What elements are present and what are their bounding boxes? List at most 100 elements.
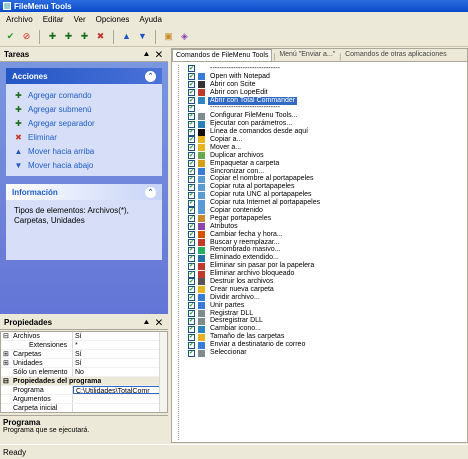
command-checkbox[interactable]: ✔ [188,317,195,325]
command-checkbox[interactable]: ✔ [188,81,195,89]
command-item[interactable]: ✔ Seleccionar [188,349,458,357]
command-item[interactable]: ✔ Abrir con Scite [188,81,458,89]
pane-pin-close-icon[interactable]: ⯅ ✕ [143,318,164,328]
tab-0[interactable]: Comandos de FileMenu Tools [172,49,273,61]
command-item[interactable]: ✔ Unir partes [188,302,458,310]
expand-toggle-icon[interactable]: ⊟ [3,377,9,385]
program-path-input[interactable]: C:\Utilidades\TotalComr [73,386,167,394]
options-icon[interactable]: ▣ [162,30,175,43]
command-item[interactable]: ✔ ------------------------------ [188,104,458,112]
property-row[interactable]: Extensiones * [1,341,167,350]
command-checkbox[interactable]: ✔ [188,246,195,254]
command-item[interactable]: ✔ Atributos [188,223,458,231]
command-item[interactable]: ✔ Configurar FileMenu Tools... [188,112,458,120]
command-checkbox[interactable]: ✔ [188,325,195,333]
command-item[interactable]: ✔ Desregistrar DLL [188,317,458,326]
menu-editar[interactable]: Editar [43,15,64,24]
action-item[interactable]: ✖ Eliminar [14,130,154,144]
command-checkbox[interactable]: ✔ [188,223,195,231]
property-value[interactable]: Sí [73,359,167,367]
command-checkbox[interactable]: ✔ [188,254,195,262]
info-group-header[interactable]: Información ⌃ [6,184,162,200]
command-item[interactable]: ✔ Renombrado masivo... [188,246,458,254]
add-separator-icon[interactable]: ✚ [78,30,91,43]
property-row[interactable]: ⊞ Unidades Sí [1,359,167,368]
command-item[interactable]: ✔ Crear nueva carpeta [188,286,458,294]
command-checkbox[interactable]: ✔ [188,160,195,168]
command-item[interactable]: ✔ Destruir los archivos [188,278,458,286]
command-checkbox[interactable]: ✔ [188,152,195,160]
command-checkbox[interactable]: ✔ [188,278,195,286]
property-value[interactable] [73,404,167,412]
property-category[interactable]: ⊟ Propiedades del programa [1,377,167,386]
command-checkbox[interactable]: ✔ [188,302,195,310]
command-item[interactable]: ✔ Eliminar sin pasar por la papelera [188,262,458,270]
command-item[interactable]: ✔ Línea de comandos desde aquí [188,128,458,136]
property-value[interactable] [73,395,167,403]
command-checkbox[interactable]: ✔ [188,175,195,183]
command-checkbox[interactable]: ✔ [188,286,195,294]
property-value[interactable]: Sí [73,332,167,340]
property-row[interactable]: Programa C:\Utilidades\TotalComr [1,386,167,395]
command-checkbox[interactable]: ✔ [188,183,195,191]
command-checkbox[interactable]: ✔ [188,310,195,318]
command-item[interactable]: ✔ Registrar DLL [188,310,458,318]
command-item[interactable]: ✔ Abrir con Total Commander [188,96,458,105]
command-item[interactable]: ✔ Enviar a destinatario de correo [188,341,458,349]
command-item[interactable]: ✔ Copiar contenido [188,207,458,215]
expand-toggle-icon[interactable]: ⊞ [3,350,9,358]
command-checkbox[interactable]: ✔ [188,349,195,357]
command-checkbox[interactable]: ✔ [188,104,195,112]
command-checkbox[interactable]: ✔ [188,270,195,278]
command-checkbox[interactable]: ✔ [188,231,195,239]
command-checkbox[interactable]: ✔ [188,97,195,104]
action-item[interactable]: ✚ Agregar submenú [14,102,154,116]
command-checkbox[interactable]: ✔ [188,112,195,120]
command-item[interactable]: ✔ Eliminado extendido... [188,254,458,262]
action-item[interactable]: ✚ Agregar separador [14,116,154,130]
move-up-icon[interactable]: ▲ [120,30,133,43]
property-row[interactable]: ⊞ Carpetas Sí [1,350,167,359]
command-checkbox[interactable]: ✔ [188,136,195,144]
command-item[interactable]: ✔ Sincronizar con... [188,168,458,176]
command-checkbox[interactable]: ✔ [188,120,195,128]
command-checkbox[interactable]: ✔ [188,262,195,270]
command-item[interactable]: ✔ Pegar portapapeles [188,215,458,223]
command-item[interactable]: ✔ Empaquetar a carpeta [188,160,458,168]
command-item[interactable]: ✔ Ejecutar con parámetros... [188,120,458,128]
add-command-icon[interactable]: ✚ [46,30,59,43]
actions-group-header[interactable]: Acciones ⌃ [6,68,162,84]
command-item[interactable]: ✔ Cambiar fecha y hora... [188,231,458,239]
command-checkbox[interactable]: ✔ [188,239,195,247]
expand-toggle-icon[interactable]: ⊞ [3,359,9,367]
command-checkbox[interactable]: ✔ [188,73,195,81]
collapse-icon[interactable]: ⌃ [145,186,156,198]
property-row[interactable]: Carpeta inicial [1,404,167,412]
command-item[interactable]: ✔ Abrir con LopeEdit [188,89,458,97]
command-checkbox[interactable]: ✔ [188,215,195,223]
command-checkbox[interactable]: ✔ [188,191,195,199]
cancel-icon[interactable]: ⊘ [20,30,33,43]
property-value[interactable]: * [73,341,167,349]
pane-pin-close-icon[interactable]: ⯅ ✕ [143,50,164,60]
command-checkbox[interactable]: ✔ [188,144,195,152]
property-row[interactable]: Argumentos [1,395,167,404]
command-item[interactable]: ✔ Open with Notepad [188,73,458,81]
command-item[interactable]: ✔ Copiar ruta Internet al portapapeles [188,199,458,207]
action-item[interactable]: ▲ Mover hacia arriba [14,144,154,158]
menu-opciones[interactable]: Opciones [96,15,130,24]
command-item[interactable]: ✔ Copiar a... [188,136,458,144]
command-checkbox[interactable]: ✔ [188,89,195,97]
move-down-icon[interactable]: ▼ [136,30,149,43]
command-item[interactable]: ✔ Copiar ruta al portapapeles [188,183,458,191]
property-value[interactable]: Sí [73,350,167,358]
command-checkbox[interactable]: ✔ [188,294,195,302]
command-checkbox[interactable]: ✔ [188,168,195,176]
tab-2[interactable]: Comandos de otras aplicaciones [342,49,450,61]
command-checkbox[interactable]: ✔ [188,65,195,73]
command-item[interactable]: ✔ Duplicar archivos [188,152,458,160]
property-row[interactable]: ⊟ Archivos Sí [1,332,167,341]
command-item[interactable]: ✔ Buscar y reemplazar... [188,239,458,247]
command-item[interactable]: ✔ Copiar el nombre al portapapeles [188,175,458,183]
property-value[interactable]: No [73,368,167,376]
